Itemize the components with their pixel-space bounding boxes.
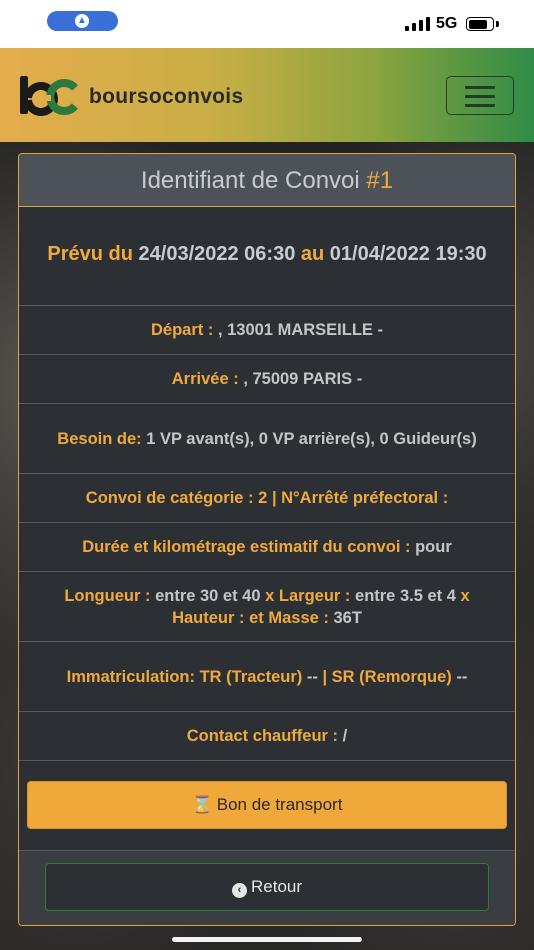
needs-value: 1 VP avant(s), 0 VP arrière(s), 0 Guideu…: [146, 429, 477, 448]
back-button-label: Retour: [250, 877, 303, 896]
signal-icon: [405, 17, 431, 31]
arrival-value: , 75009 PARIS -: [243, 370, 363, 388]
needs-label: Besoin de:: [57, 429, 142, 448]
width-label: x Largeur :: [265, 586, 351, 605]
mass-label: et Masse :: [249, 608, 329, 627]
mass-value: 36T: [333, 608, 362, 627]
action-zone: ⌛ Bon de transport: [19, 761, 515, 851]
duration-value: pour: [415, 538, 452, 556]
card-footer: ‹ Retour: [19, 851, 515, 925]
navigation-arrow-icon: ▲: [75, 14, 89, 28]
duration-label: Durée et kilométrage estimatif du convoi…: [82, 538, 411, 556]
departure-row: Départ : , 13001 MARSEILLE -: [19, 306, 515, 355]
site-header: boursoconvois: [0, 48, 534, 142]
schedule-label: Prévu du: [47, 242, 133, 265]
contact-row: Contact chauffeur : /: [19, 712, 515, 761]
menu-toggle-button[interactable]: [446, 76, 514, 115]
length-value: entre 30 et 40: [155, 586, 261, 605]
category-label: Convoi de catégorie :: [85, 489, 254, 507]
home-indicator[interactable]: [172, 937, 362, 942]
transport-document-button[interactable]: ⌛ Bon de transport: [27, 781, 507, 829]
hourglass-icon: ⌛: [191, 795, 213, 814]
arrival-label: Arrivée :: [171, 370, 239, 388]
length-label: Longueur :: [64, 586, 151, 605]
prefecture-order-label: | N°Arrêté préfectoral :: [271, 489, 449, 507]
trailer-value: --: [456, 667, 468, 686]
card-title: Identifiant de Convoi #1: [19, 154, 515, 207]
convoy-id: #1: [366, 167, 394, 194]
needs-row: Besoin de: 1 VP avant(s), 0 VP arrière(s…: [19, 404, 515, 474]
logo-icon[interactable]: [19, 76, 79, 116]
duration-row: Durée et kilométrage estimatif du convoi…: [19, 523, 515, 572]
registration-label: Immatriculation: TR (Tracteur): [66, 667, 303, 686]
transport-button-label: Bon de transport: [216, 795, 343, 814]
departure-label: Départ :: [151, 321, 214, 339]
width-value: entre 3.5 et 4: [355, 586, 456, 605]
contact-label: Contact chauffeur :: [186, 727, 339, 745]
schedule-connector: au: [300, 242, 325, 265]
status-bar: ▲ 5G: [0, 0, 534, 48]
trailer-label: | SR (Remorque): [322, 667, 452, 686]
departure-value: , 13001 MARSEILLE -: [217, 321, 383, 339]
dimensions-row: Longueur : entre 30 et 40 x Largeur : en…: [19, 572, 515, 642]
schedule-row: Prévu du 24/03/2022 06:30 au 01/04/2022 …: [19, 207, 515, 306]
tractor-value: --: [306, 667, 318, 686]
arrival-row: Arrivée : , 75009 PARIS -: [19, 355, 515, 404]
battery-icon: [466, 17, 494, 31]
location-pill: ▲: [47, 11, 118, 31]
schedule-end: 01/04/2022 19:30: [329, 242, 487, 265]
network-type: 5G: [436, 15, 458, 32]
hamburger-icon: [465, 86, 495, 89]
registration-row: Immatriculation: TR (Tracteur) -- | SR (…: [19, 642, 515, 712]
category-value: 2: [258, 489, 268, 507]
contact-value: /: [342, 727, 348, 745]
brand-name[interactable]: boursoconvois: [89, 85, 243, 109]
card-title-text: Identifiant de Convoi: [140, 167, 360, 194]
battery-tip: [496, 21, 499, 27]
back-button[interactable]: ‹ Retour: [45, 863, 489, 911]
schedule-start: 24/03/2022 06:30: [138, 242, 296, 265]
category-row: Convoi de catégorie : 2 | N°Arrêté préfe…: [19, 474, 515, 523]
chevron-circle-left-icon: ‹: [231, 883, 247, 898]
convoy-card: Identifiant de Convoi #1 Prévu du 24/03/…: [18, 153, 516, 926]
